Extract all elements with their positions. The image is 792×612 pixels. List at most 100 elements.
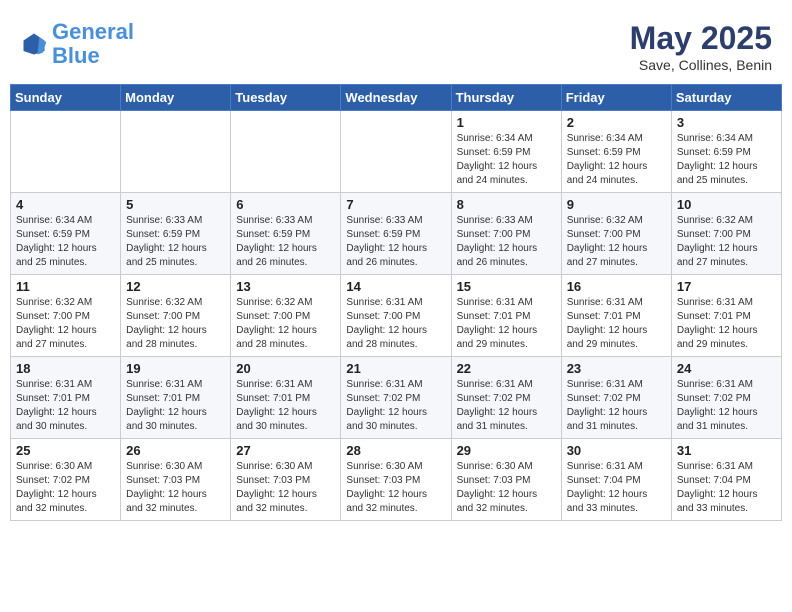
day-info: Sunrise: 6:31 AM Sunset: 7:01 PM Dayligh… [457, 296, 556, 352]
logo-icon [20, 30, 48, 58]
calendar-cell: 29 Sunrise: 6:30 AM Sunset: 7:03 PM Dayli… [451, 439, 561, 521]
calendar-cell [11, 111, 121, 193]
day-number: 28 [346, 443, 445, 458]
day-number: 29 [457, 443, 556, 458]
day-info: Sunrise: 6:31 AM Sunset: 7:02 PM Dayligh… [567, 378, 666, 434]
day-info: Sunrise: 6:34 AM Sunset: 6:59 PM Dayligh… [677, 132, 776, 188]
day-info: Sunrise: 6:30 AM Sunset: 7:03 PM Dayligh… [126, 460, 225, 516]
day-number: 19 [126, 361, 225, 376]
day-number: 14 [346, 279, 445, 294]
calendar-cell [341, 111, 451, 193]
day-number: 15 [457, 279, 556, 294]
day-info: Sunrise: 6:31 AM Sunset: 7:01 PM Dayligh… [236, 378, 335, 434]
day-number: 26 [126, 443, 225, 458]
day-info: Sunrise: 6:31 AM Sunset: 7:01 PM Dayligh… [16, 378, 115, 434]
calendar-week-row: 11 Sunrise: 6:32 AM Sunset: 7:00 PM Dayli… [11, 275, 782, 357]
page-header: General Blue May 2025 Save, Collines, Be… [10, 10, 782, 78]
day-info: Sunrise: 6:33 AM Sunset: 7:00 PM Dayligh… [457, 214, 556, 270]
calendar-cell: 3 Sunrise: 6:34 AM Sunset: 6:59 PM Daylig… [671, 111, 781, 193]
weekday-header-thursday: Thursday [451, 85, 561, 111]
calendar-cell: 23 Sunrise: 6:31 AM Sunset: 7:02 PM Dayli… [561, 357, 671, 439]
calendar-cell: 26 Sunrise: 6:30 AM Sunset: 7:03 PM Dayli… [121, 439, 231, 521]
day-info: Sunrise: 6:32 AM Sunset: 7:00 PM Dayligh… [16, 296, 115, 352]
day-number: 6 [236, 197, 335, 212]
calendar-cell: 7 Sunrise: 6:33 AM Sunset: 6:59 PM Daylig… [341, 193, 451, 275]
calendar-cell: 19Sunrise: 6:31 AM Sunset: 7:01 PM Dayli… [121, 357, 231, 439]
calendar-cell [231, 111, 341, 193]
day-info: Sunrise: 6:32 AM Sunset: 7:00 PM Dayligh… [677, 214, 776, 270]
calendar-cell: 8 Sunrise: 6:33 AM Sunset: 7:00 PM Daylig… [451, 193, 561, 275]
day-number: 18 [16, 361, 115, 376]
day-number: 5 [126, 197, 225, 212]
calendar-cell: 17Sunrise: 6:31 AM Sunset: 7:01 PM Dayli… [671, 275, 781, 357]
day-info: Sunrise: 6:33 AM Sunset: 6:59 PM Dayligh… [126, 214, 225, 270]
calendar-cell: 13 Sunrise: 6:32 AM Sunset: 7:00 PM Dayli… [231, 275, 341, 357]
calendar-table: SundayMondayTuesdayWednesdayThursdayFrid… [10, 84, 782, 521]
day-number: 9 [567, 197, 666, 212]
calendar-week-row: 25Sunrise: 6:30 AM Sunset: 7:02 PM Dayli… [11, 439, 782, 521]
day-info: Sunrise: 6:34 AM Sunset: 6:59 PM Dayligh… [16, 214, 115, 270]
day-info: Sunrise: 6:31 AM Sunset: 7:02 PM Dayligh… [346, 378, 445, 434]
calendar-cell: 31Sunrise: 6:31 AM Sunset: 7:04 PM Dayli… [671, 439, 781, 521]
day-info: Sunrise: 6:30 AM Sunset: 7:03 PM Dayligh… [346, 460, 445, 516]
day-number: 7 [346, 197, 445, 212]
day-number: 12 [126, 279, 225, 294]
day-number: 20 [236, 361, 335, 376]
calendar-cell: 4 Sunrise: 6:34 AM Sunset: 6:59 PM Daylig… [11, 193, 121, 275]
weekday-header-tuesday: Tuesday [231, 85, 341, 111]
day-number: 22 [457, 361, 556, 376]
calendar-cell: 18 Sunrise: 6:31 AM Sunset: 7:01 PM Dayli… [11, 357, 121, 439]
weekday-header-friday: Friday [561, 85, 671, 111]
day-number: 10 [677, 197, 776, 212]
day-number: 3 [677, 115, 776, 130]
day-info: Sunrise: 6:34 AM Sunset: 6:59 PM Dayligh… [457, 132, 556, 188]
weekday-header-monday: Monday [121, 85, 231, 111]
day-info: Sunrise: 6:31 AM Sunset: 7:01 PM Dayligh… [677, 296, 776, 352]
day-number: 11 [16, 279, 115, 294]
calendar-cell: 2Sunrise: 6:34 AM Sunset: 6:59 PM Daylig… [561, 111, 671, 193]
day-number: 23 [567, 361, 666, 376]
logo: General Blue [20, 20, 134, 68]
calendar-cell: 16Sunrise: 6:31 AM Sunset: 7:01 PM Dayli… [561, 275, 671, 357]
day-number: 25 [16, 443, 115, 458]
day-info: Sunrise: 6:32 AM Sunset: 7:00 PM Dayligh… [236, 296, 335, 352]
day-info: Sunrise: 6:31 AM Sunset: 7:04 PM Dayligh… [567, 460, 666, 516]
calendar-cell [121, 111, 231, 193]
day-info: Sunrise: 6:33 AM Sunset: 6:59 PM Dayligh… [236, 214, 335, 270]
calendar-cell: 22Sunrise: 6:31 AM Sunset: 7:02 PM Dayli… [451, 357, 561, 439]
day-number: 21 [346, 361, 445, 376]
weekday-header-wednesday: Wednesday [341, 85, 451, 111]
day-info: Sunrise: 6:31 AM Sunset: 7:04 PM Dayligh… [677, 460, 776, 516]
logo-text: General Blue [52, 20, 134, 68]
day-info: Sunrise: 6:33 AM Sunset: 6:59 PM Dayligh… [346, 214, 445, 270]
day-info: Sunrise: 6:32 AM Sunset: 7:00 PM Dayligh… [126, 296, 225, 352]
weekday-header-sunday: Sunday [11, 85, 121, 111]
calendar-cell: 9 Sunrise: 6:32 AM Sunset: 7:00 PM Daylig… [561, 193, 671, 275]
calendar-week-row: 18 Sunrise: 6:31 AM Sunset: 7:01 PM Dayli… [11, 357, 782, 439]
calendar-cell: 5 Sunrise: 6:33 AM Sunset: 6:59 PM Daylig… [121, 193, 231, 275]
day-number: 1 [457, 115, 556, 130]
calendar-cell: 21 Sunrise: 6:31 AM Sunset: 7:02 PM Dayli… [341, 357, 451, 439]
day-info: Sunrise: 6:31 AM Sunset: 7:00 PM Dayligh… [346, 296, 445, 352]
calendar-cell: 12 Sunrise: 6:32 AM Sunset: 7:00 PM Dayli… [121, 275, 231, 357]
day-info: Sunrise: 6:30 AM Sunset: 7:03 PM Dayligh… [457, 460, 556, 516]
day-info: Sunrise: 6:30 AM Sunset: 7:03 PM Dayligh… [236, 460, 335, 516]
day-number: 4 [16, 197, 115, 212]
calendar-cell: 27 Sunrise: 6:30 AM Sunset: 7:03 PM Dayli… [231, 439, 341, 521]
day-number: 24 [677, 361, 776, 376]
day-number: 13 [236, 279, 335, 294]
calendar-cell: 24 Sunrise: 6:31 AM Sunset: 7:02 PM Dayli… [671, 357, 781, 439]
day-info: Sunrise: 6:32 AM Sunset: 7:00 PM Dayligh… [567, 214, 666, 270]
day-number: 27 [236, 443, 335, 458]
calendar-cell: 25Sunrise: 6:30 AM Sunset: 7:02 PM Dayli… [11, 439, 121, 521]
calendar-cell: 1 Sunrise: 6:34 AM Sunset: 6:59 PM Daylig… [451, 111, 561, 193]
title-block: May 2025 Save, Collines, Benin [630, 20, 772, 73]
month-title: May 2025 [630, 20, 772, 57]
day-info: Sunrise: 6:31 AM Sunset: 7:02 PM Dayligh… [677, 378, 776, 434]
calendar-cell: 30Sunrise: 6:31 AM Sunset: 7:04 PM Dayli… [561, 439, 671, 521]
day-number: 8 [457, 197, 556, 212]
calendar-week-row: 1 Sunrise: 6:34 AM Sunset: 6:59 PM Daylig… [11, 111, 782, 193]
calendar-cell: 11 Sunrise: 6:32 AM Sunset: 7:00 PM Dayli… [11, 275, 121, 357]
calendar-cell: 15 Sunrise: 6:31 AM Sunset: 7:01 PM Dayli… [451, 275, 561, 357]
location: Save, Collines, Benin [630, 57, 772, 73]
